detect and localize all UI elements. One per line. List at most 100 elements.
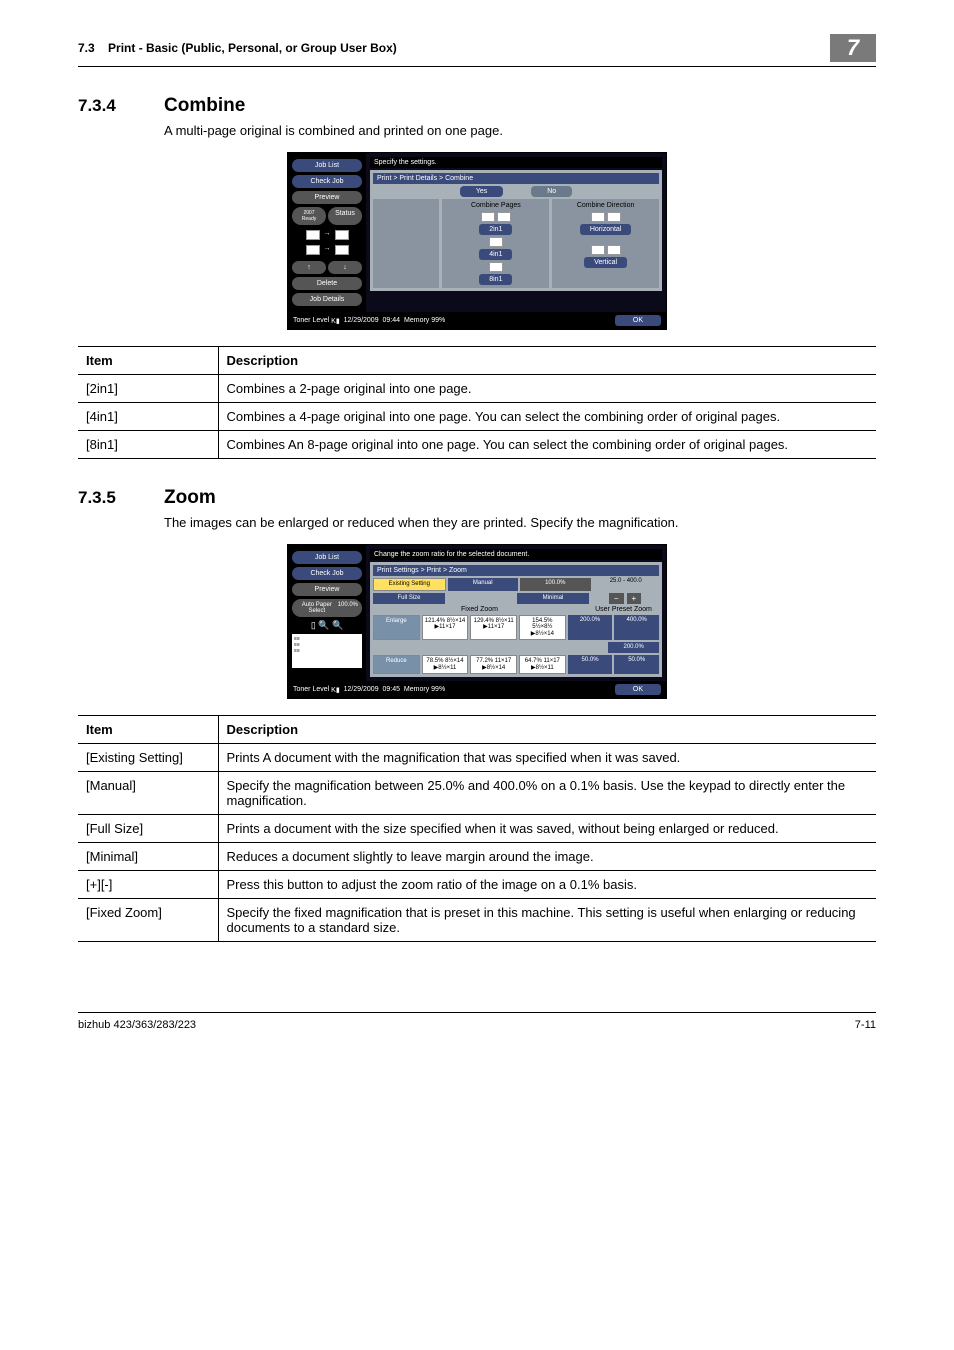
breadcrumb: Print > Print Details > Combine bbox=[373, 173, 659, 184]
combine-preset-icon bbox=[489, 262, 503, 272]
section-title: Zoom bbox=[164, 487, 216, 509]
col-desc: Description bbox=[218, 347, 876, 375]
table-row: [Existing Setting]Prints A document with… bbox=[78, 744, 876, 772]
date-value: 12/29/2009 bbox=[344, 317, 379, 324]
zoom-preset[interactable]: 129.4% 8½×11 ▶11×17 bbox=[470, 615, 517, 641]
footer-model: bizhub 423/363/283/223 bbox=[78, 1019, 196, 1031]
doc-icon bbox=[306, 245, 320, 255]
direction-icon bbox=[607, 245, 621, 255]
toner-label: Toner Level bbox=[293, 686, 329, 693]
memory-label: Memory bbox=[404, 686, 429, 693]
section-intro: The images can be enlarged or reduced wh… bbox=[164, 515, 876, 530]
table-row: [Manual]Specify the magnification betwee… bbox=[78, 772, 876, 815]
minus-button[interactable]: − bbox=[609, 593, 624, 604]
manual-button[interactable]: Manual bbox=[448, 578, 519, 591]
status-button[interactable]: Status bbox=[328, 207, 362, 225]
zoom-table: Item Description [Existing Setting]Print… bbox=[78, 715, 876, 942]
vertical-button[interactable]: Vertical bbox=[584, 257, 627, 268]
job-list-button[interactable]: Job List bbox=[292, 159, 362, 172]
col-item: Item bbox=[78, 347, 218, 375]
time-value: 09:44 bbox=[383, 317, 401, 324]
delete-button[interactable]: Delete bbox=[292, 277, 362, 290]
chapter-badge: 7 bbox=[830, 34, 876, 62]
up-button[interactable]: ↑ bbox=[292, 261, 326, 274]
auto-paper-label: Auto Paper Select bbox=[296, 602, 338, 614]
horizontal-button[interactable]: Horizontal bbox=[580, 224, 632, 235]
memory-label: Memory bbox=[404, 317, 429, 324]
table-row: [4in1]Combines a 4-page original into on… bbox=[78, 403, 876, 431]
page-header: 7.3 Print - Basic (Public, Personal, or … bbox=[78, 34, 876, 67]
zoom-preset[interactable]: 50.0% bbox=[568, 655, 613, 674]
zoom-preset[interactable]: 200.0% bbox=[568, 615, 613, 641]
zoom-preset[interactable]: 78.5% 8½×14 ▶8½×11 bbox=[422, 655, 469, 674]
ok-button[interactable]: OK bbox=[615, 315, 661, 326]
direction-icon: N bbox=[591, 245, 605, 255]
down-button[interactable]: ↓ bbox=[328, 261, 362, 274]
pct-100-display: 100.0% bbox=[520, 578, 591, 591]
table-row: [2in1]Combines a 2-page original into on… bbox=[78, 375, 876, 403]
toner-label: Toner Level bbox=[293, 317, 329, 324]
zoom-preset[interactable]: 64.7% 11×17 ▶8½×11 bbox=[519, 655, 566, 674]
section-number: 7.3.5 bbox=[78, 488, 164, 508]
table-row: [Minimal]Reduces a document slightly to … bbox=[78, 843, 876, 871]
preview-button[interactable]: Preview bbox=[292, 191, 362, 204]
fixed-zoom-heading: Fixed Zoom bbox=[373, 606, 586, 613]
combine-preset-icon bbox=[489, 237, 503, 247]
preview-button[interactable]: Preview bbox=[292, 583, 362, 596]
combine-direction-heading: Combine Direction bbox=[555, 202, 656, 209]
zoom-preset[interactable]: 77.2% 11×17 ▶8½×14 bbox=[470, 655, 517, 674]
header-section-no: 7.3 bbox=[78, 41, 95, 55]
table-row: [8in1]Combines An 8-page original into o… bbox=[78, 431, 876, 459]
direction-icon: Z bbox=[591, 212, 605, 222]
direction-icon bbox=[607, 212, 621, 222]
pct-100: 100.0% bbox=[338, 602, 358, 614]
combine-pages-heading: Combine Pages bbox=[445, 202, 546, 209]
check-job-button[interactable]: Check Job bbox=[292, 567, 362, 580]
full-size-button[interactable]: Full Size bbox=[373, 593, 445, 604]
user-preset-heading: User Preset Zoom bbox=[588, 606, 659, 613]
8in1-button[interactable]: 8in1 bbox=[479, 274, 512, 285]
section-intro: A multi-page original is combined and pr… bbox=[164, 123, 876, 138]
reduce-label: Reduce bbox=[373, 655, 420, 674]
job-details-button[interactable]: Job Details bbox=[292, 293, 362, 306]
combine-screenshot: Job List Check Job Preview 2007ReadyStat… bbox=[287, 152, 667, 330]
zoom-preset[interactable]: 154.5% 5½×8½ ▶8½×14 bbox=[519, 615, 566, 641]
breadcrumb: Print Settings > Print > Zoom bbox=[373, 565, 659, 576]
existing-setting-button[interactable]: Existing Setting bbox=[373, 578, 446, 591]
combine-preset-icon: 1 2 bbox=[481, 212, 495, 222]
minimal-button[interactable]: Minimal bbox=[517, 593, 589, 604]
col-item: Item bbox=[78, 716, 218, 744]
table-row: [Fixed Zoom]Specify the fixed magnificat… bbox=[78, 899, 876, 942]
2in1-button[interactable]: 2in1 bbox=[479, 224, 512, 235]
combine-table: Item Description [2in1]Combines a 2-page… bbox=[78, 346, 876, 459]
combine-icon bbox=[335, 245, 349, 255]
enlarge-label: Enlarge bbox=[373, 615, 420, 641]
memory-pct: 99% bbox=[431, 686, 445, 693]
user-preset-button[interactable]: 50.0% bbox=[614, 655, 659, 674]
4in1-button[interactable]: 4in1 bbox=[479, 249, 512, 260]
user-preset-button[interactable]: 400.0% bbox=[614, 615, 659, 641]
table-row: [Full Size]Prints a document with the si… bbox=[78, 815, 876, 843]
job-list-button[interactable]: Job List bbox=[292, 551, 362, 564]
ok-button[interactable]: OK bbox=[615, 684, 661, 695]
user-preset-button[interactable]: 200.0% bbox=[608, 642, 659, 653]
plus-button[interactable]: + bbox=[627, 593, 642, 604]
doc-icon bbox=[306, 230, 320, 240]
header-section-title: Print - Basic (Public, Personal, or Grou… bbox=[108, 41, 397, 55]
col-desc: Description bbox=[218, 716, 876, 744]
yes-tab[interactable]: Yes bbox=[460, 186, 503, 197]
section-title: Combine bbox=[164, 95, 245, 117]
section-number: 7.3.4 bbox=[78, 96, 164, 116]
top-message: Specify the settings. bbox=[370, 157, 662, 168]
check-job-button[interactable]: Check Job bbox=[292, 175, 362, 188]
combine-preset-icon bbox=[497, 212, 511, 222]
time-value: 09:45 bbox=[383, 686, 401, 693]
zoom-screenshot: Job List Check Job Preview Auto Paper Se… bbox=[287, 544, 667, 699]
top-message: Change the zoom ratio for the selected d… bbox=[370, 549, 662, 560]
zoom-preset[interactable]: 121.4% 8½×14 ▶11×17 bbox=[422, 615, 469, 641]
footer-page: 7-11 bbox=[855, 1019, 876, 1031]
page-footer: bizhub 423/363/283/223 7-11 bbox=[78, 1012, 876, 1031]
no-tab[interactable]: No bbox=[531, 186, 572, 197]
memory-pct: 99% bbox=[431, 317, 445, 324]
date-value: 12/29/2009 bbox=[344, 686, 379, 693]
